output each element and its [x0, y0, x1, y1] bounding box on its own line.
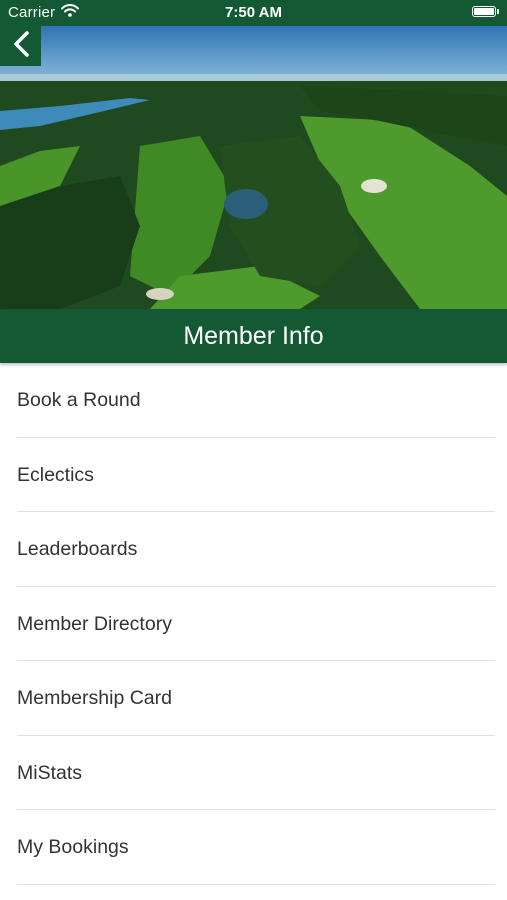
back-button[interactable] [0, 26, 41, 66]
menu-item-label: MiStats [17, 761, 83, 784]
menu-item-eclectics[interactable]: Eclectics [0, 438, 507, 512]
menu-item-label: My Bookings [17, 836, 129, 858]
hero-image [0, 26, 507, 309]
page-title-bar: Member Info [0, 309, 507, 363]
menu-item-label: Eclectics [17, 463, 94, 486]
golf-course-aerial-photo [0, 26, 507, 309]
menu-item-mistats[interactable]: MiStats [0, 736, 507, 810]
menu-item-my-bookings[interactable]: My Bookings [0, 810, 507, 885]
menu-item-member-directory[interactable]: Member Directory [0, 587, 507, 661]
status-bar: Carrier 7:50 AM [0, 0, 507, 26]
page-title: Member Info [183, 321, 324, 350]
battery-icon [472, 6, 499, 17]
menu-item-label: Membership Card [17, 687, 172, 709]
menu-item-label: Member Directory [17, 612, 172, 635]
divider [17, 883, 495, 885]
menu-item-label: Leaderboards [17, 538, 138, 560]
menu-item-membership-card[interactable]: Membership Card [0, 661, 507, 736]
menu-item-leaderboards[interactable]: Leaderboards [0, 512, 507, 587]
chevron-left-icon [10, 30, 32, 63]
menu-item-label: Book a Round [17, 389, 141, 411]
menu-item-book-a-round[interactable]: Book a Round [0, 363, 507, 438]
status-time: 7:50 AM [225, 4, 282, 21]
menu-list: Book a Round Eclectics Leaderboards Memb… [0, 363, 507, 885]
